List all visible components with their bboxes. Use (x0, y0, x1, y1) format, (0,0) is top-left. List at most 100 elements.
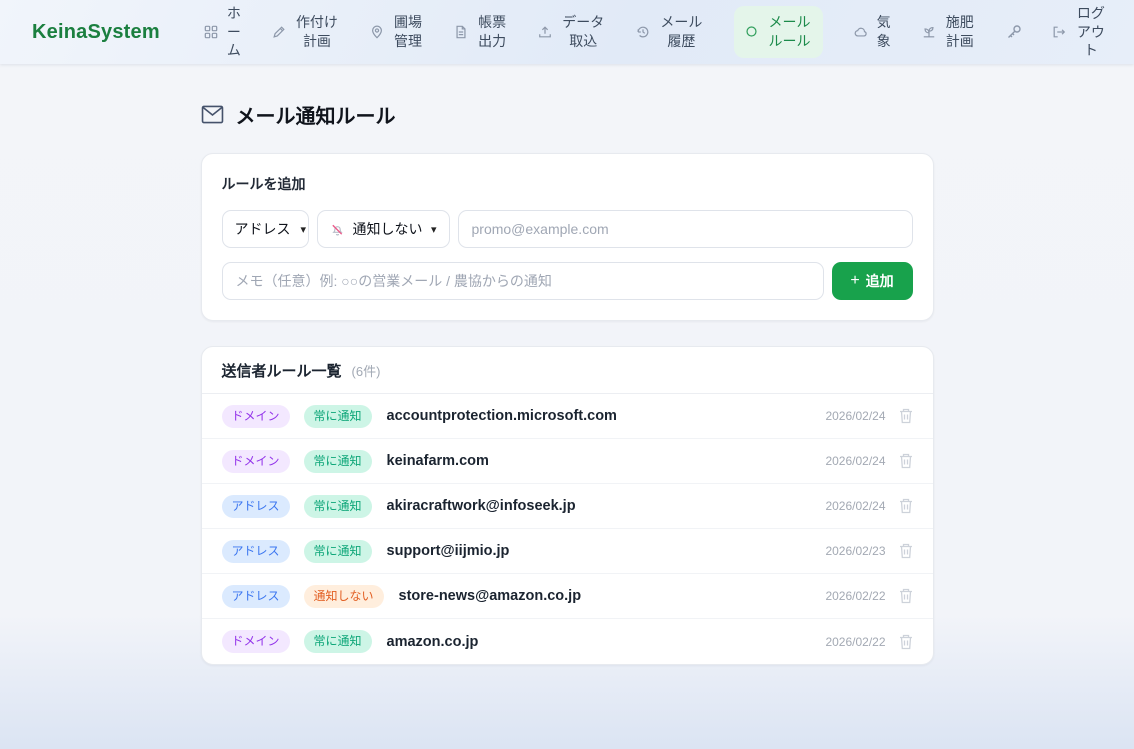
rule-type-badge: ドメイン (222, 450, 290, 473)
rule-type-badge: アドレス (222, 495, 290, 518)
nav-item-planting-plan[interactable]: 作付け計画 (272, 13, 340, 51)
nav-item-label: データ取込 (560, 13, 606, 51)
nav-item-field-management[interactable]: 圃場管理 (370, 13, 424, 51)
rule-value: keinafarm.com (387, 453, 489, 469)
document-icon (454, 25, 468, 39)
map-pin-icon (370, 25, 384, 39)
rule-row: ドメイン 常に通知 accountprotection.microsoft.co… (202, 394, 933, 439)
trash-icon (899, 543, 913, 559)
circle-icon (745, 25, 758, 38)
page-header: メール通知ルール (201, 100, 934, 129)
brand-logo[interactable]: KeinaSystem (32, 21, 160, 44)
add-rule-row-2: + 追加 (222, 262, 913, 300)
rule-row: ドメイン 常に通知 amazon.co.jp 2026/02/22 (202, 619, 933, 664)
main-content: メール通知ルール ルールを追加 アドレス ▾ 通知しない ▾ + 追加 (201, 100, 934, 665)
rule-date: 2026/02/24 (825, 499, 885, 513)
rule-type-badge: アドレス (222, 540, 290, 563)
delete-rule-button[interactable] (899, 498, 913, 514)
add-rule-title: ルールを追加 (222, 174, 913, 194)
rule-row: アドレス 通知しない store-news@amazon.co.jp 2026/… (202, 574, 933, 619)
home-icon (204, 25, 218, 39)
rule-action-badge: 常に通知 (304, 450, 372, 473)
rule-target-input[interactable] (458, 210, 913, 248)
history-icon (636, 25, 650, 39)
rule-row: アドレス 常に通知 support@iijmio.jp 2026/02/23 (202, 529, 933, 574)
nav-item-mail-rules[interactable]: メールルール (734, 6, 823, 58)
trash-icon (899, 453, 913, 469)
nav-item-report-output[interactable]: 帳票出力 (454, 13, 508, 51)
pencil-icon (272, 25, 286, 39)
rule-row: ドメイン 常に通知 keinafarm.com 2026/02/24 (202, 439, 933, 484)
nav-item-data-import[interactable]: データ取込 (538, 13, 606, 51)
rule-value: amazon.co.jp (387, 634, 479, 650)
add-button-label: 追加 (866, 271, 894, 291)
upload-icon (538, 25, 552, 39)
nav-item-password-key[interactable] (1006, 24, 1022, 40)
rule-value: accountprotection.microsoft.com (387, 408, 617, 424)
delete-rule-button[interactable] (899, 543, 913, 559)
navbar: KeinaSystem ホーム 作付け計画 圃場管理 帳票出力 (0, 0, 1134, 64)
rule-date: 2026/02/24 (825, 454, 885, 468)
sender-rules-title: 送信者ルール一覧 (222, 360, 342, 381)
key-icon (1006, 24, 1022, 40)
rule-date: 2026/02/22 (825, 589, 885, 603)
add-rule-card: ルールを追加 アドレス ▾ 通知しない ▾ + 追加 (201, 153, 934, 321)
rule-action-badge: 常に通知 (304, 405, 372, 428)
bell-off-icon (330, 222, 345, 237)
rule-type-badge: ドメイン (222, 405, 290, 428)
nav-item-mail-history[interactable]: メール履歴 (636, 13, 704, 51)
nav-item-label: ホーム (226, 4, 242, 61)
rule-action-badge: 通知しない (304, 585, 384, 608)
mail-icon (201, 105, 224, 124)
nav-item-label: メールルール (766, 13, 812, 51)
rule-memo-input[interactable] (222, 262, 824, 300)
rule-row: アドレス 常に通知 akiracraftwork@infoseek.jp 202… (202, 484, 933, 529)
rule-action-select[interactable]: 通知しない ▾ (317, 210, 450, 248)
nav-item-weather[interactable]: 気象 (854, 13, 892, 51)
rule-date: 2026/02/23 (825, 544, 885, 558)
rule-action-badge: 常に通知 (304, 630, 372, 653)
nav-item-label: 作付け計画 (294, 13, 340, 51)
delete-rule-button[interactable] (899, 634, 913, 650)
add-rule-button[interactable]: + 追加 (832, 262, 913, 300)
rule-type-badge: ドメイン (222, 630, 290, 653)
trash-icon (899, 634, 913, 650)
page-title: メール通知ルール (236, 100, 396, 129)
sender-rules-header: 送信者ルール一覧 (6件) (202, 347, 933, 394)
nav-item-fertilizer-plan[interactable]: 施肥計画 (922, 13, 976, 51)
rule-value: support@iijmio.jp (387, 543, 510, 559)
nav-item-label: メール履歴 (658, 13, 704, 51)
logout-icon (1052, 25, 1066, 39)
add-rule-row-1: アドレス ▾ 通知しない ▾ (222, 210, 913, 248)
rule-type-value: アドレス (235, 219, 291, 239)
rule-date: 2026/02/22 (825, 635, 885, 649)
main-nav: ホーム 作付け計画 圃場管理 帳票出力 データ取込 (204, 4, 1108, 61)
plus-icon: + (850, 273, 859, 289)
chevron-down-icon: ▾ (431, 223, 437, 236)
nav-item-label: 帳票出力 (476, 13, 508, 51)
rule-date: 2026/02/24 (825, 409, 885, 423)
rule-action-value: 通知しない (353, 219, 423, 239)
nav-item-label: ログアウト (1074, 4, 1108, 61)
sender-rules-count: (6件) (352, 361, 381, 380)
nav-item-label: 圃場管理 (392, 13, 424, 51)
rule-type-badge: アドレス (222, 585, 290, 608)
nav-item-logout[interactable]: ログアウト (1052, 4, 1108, 61)
sender-rules-card: 送信者ルール一覧 (6件) ドメイン 常に通知 accountprotectio… (201, 346, 934, 665)
delete-rule-button[interactable] (899, 588, 913, 604)
delete-rule-button[interactable] (899, 453, 913, 469)
nav-item-home[interactable]: ホーム (204, 4, 242, 61)
cloud-icon (854, 25, 868, 39)
chevron-down-icon: ▾ (301, 223, 307, 236)
delete-rule-button[interactable] (899, 408, 913, 424)
rule-type-select[interactable]: アドレス ▾ (222, 210, 309, 248)
trash-icon (899, 408, 913, 424)
sprout-icon (922, 25, 936, 39)
rule-action-badge: 常に通知 (304, 495, 372, 518)
rule-value: akiracraftwork@infoseek.jp (387, 498, 576, 514)
nav-item-label: 気象 (876, 13, 892, 51)
rule-value: store-news@amazon.co.jp (399, 588, 582, 604)
rule-action-badge: 常に通知 (304, 540, 372, 563)
trash-icon (899, 498, 913, 514)
nav-item-label: 施肥計画 (944, 13, 976, 51)
